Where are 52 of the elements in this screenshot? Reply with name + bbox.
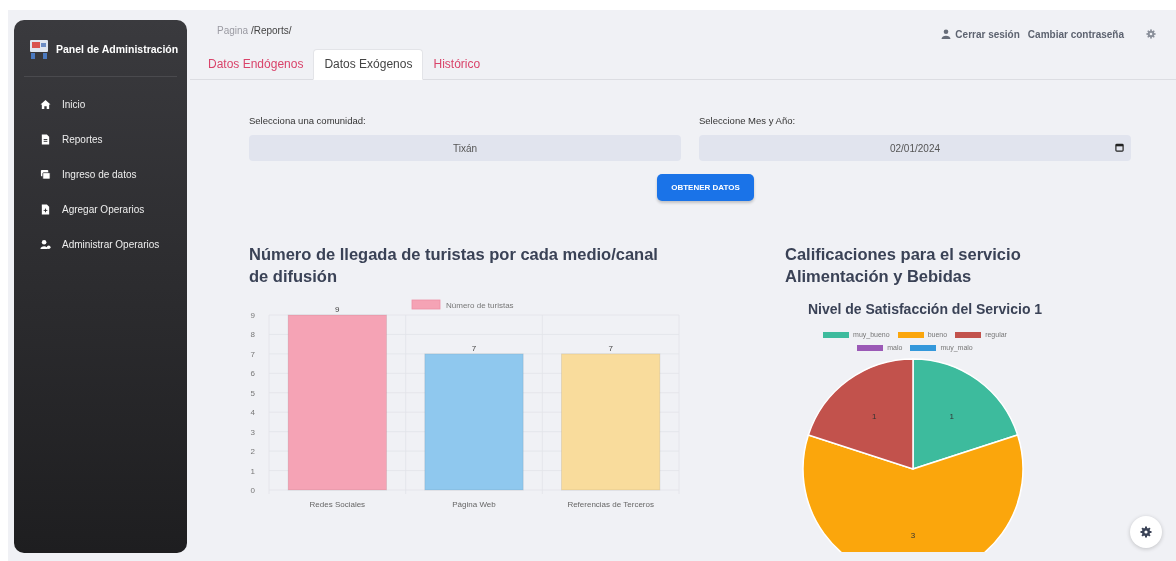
sidebar-item[interactable]: Ingreso de datos (14, 157, 187, 192)
data-label: 1 (949, 411, 954, 421)
axis-label: Página Web (452, 500, 496, 509)
tab[interactable]: Datos Exógenos (313, 49, 424, 80)
breadcrumb: Pagina /Reports/ (217, 25, 292, 38)
chart-title: Nivel de Satisfacción del Servicio 1 (806, 301, 1044, 317)
tab[interactable]: Datos Endógenos (198, 49, 314, 80)
home-icon (40, 99, 51, 110)
calendar-icon (1115, 143, 1124, 152)
settings-button[interactable] (1130, 516, 1162, 548)
user-icon (941, 29, 952, 39)
field-label: Selecciona una comunidad: (249, 115, 366, 126)
axis-label: 1 (250, 466, 255, 476)
user-gear-icon (40, 239, 51, 250)
axis-label: 4 (250, 408, 255, 418)
settings-icon (1140, 526, 1152, 538)
sidebar-item[interactable]: Inicio (14, 87, 187, 122)
axis-label: 0 (250, 486, 255, 495)
axis-label: 5 (250, 388, 255, 398)
axis-label: Referencias de Terceros (567, 500, 654, 509)
sidebar-item[interactable]: Reportes (14, 122, 187, 157)
axis-label: Redes Sociales (309, 500, 366, 509)
data-label: 9 (335, 305, 340, 314)
axis-label: 8 (250, 330, 255, 340)
document-plus-icon (40, 204, 51, 215)
settings-icon[interactable] (1146, 29, 1156, 39)
admin-logo-icon (28, 38, 50, 60)
data-label: 7 (608, 343, 613, 353)
axis-label: 9 (250, 311, 255, 320)
data-label: 7 (471, 343, 477, 353)
field-label: Seleccione Mes y Año: (699, 115, 796, 126)
data-label: 1 (872, 411, 877, 421)
date-field[interactable]: 02/01/2024 (699, 135, 1131, 161)
document-icon (40, 134, 51, 145)
community-select[interactable]: Tixán (249, 135, 681, 161)
chart-heading: Calificaciones para el servicio Alimentación y Bebidas (785, 244, 1022, 287)
get-data-button[interactable]: OBTENER DATOS (657, 174, 754, 201)
tab[interactable]: Histórico (423, 49, 491, 80)
legend-label: Número de turistas (446, 301, 514, 310)
header-link[interactable]: Cerrar sesión (941, 28, 1020, 40)
data-label: 3 (910, 531, 916, 540)
sidebar-item[interactable]: Administrar Operarios (14, 227, 187, 262)
sidebar-title: Panel de Administración (56, 43, 179, 55)
axis-label: 2 (250, 447, 255, 457)
header-link[interactable]: Cambiar contraseña (1027, 28, 1124, 40)
chart-heading: Número de llegada de turistas por cada medio/canal de difusión (249, 244, 659, 287)
sidebar-item[interactable]: Agregar Operarios (14, 192, 187, 227)
chart-legend: Número de turistas (411, 299, 514, 310)
stack-icon (40, 169, 51, 180)
axis-label: 7 (250, 349, 255, 359)
axis-label: 6 (250, 369, 255, 379)
axis-label: 3 (250, 427, 255, 437)
